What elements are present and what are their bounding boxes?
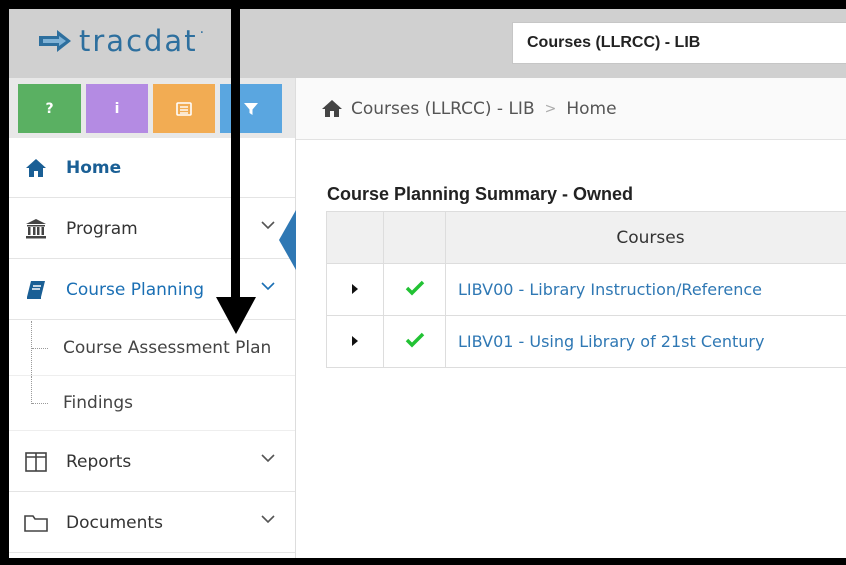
status-cell bbox=[383, 315, 446, 368]
sidebar-item-documents[interactable]: Documents bbox=[9, 493, 295, 553]
status-cell bbox=[383, 263, 446, 316]
annotation-arrow-head bbox=[216, 297, 256, 334]
chevron-down-icon[interactable] bbox=[261, 282, 275, 291]
notes-button[interactable] bbox=[153, 84, 215, 133]
course-summary-table: Courses LIBV00 - Library Instruction/Ref… bbox=[326, 211, 846, 368]
sidebar-item-label: Documents bbox=[66, 512, 163, 533]
expand-row-button[interactable] bbox=[326, 315, 384, 368]
tree-branch bbox=[32, 348, 48, 349]
sidebar-item-label: Reports bbox=[66, 451, 132, 472]
course-link[interactable]: LIBV00 - Library Instruction/Reference bbox=[445, 263, 846, 316]
checkmark-icon bbox=[405, 280, 424, 295]
help-label: ? bbox=[45, 100, 54, 117]
info-button[interactable]: i bbox=[86, 84, 148, 133]
section-title: Course Planning Summary - Owned bbox=[327, 184, 634, 204]
main-content: Courses (LLRCC) - LIB > Home Course Plan… bbox=[296, 78, 846, 558]
folder-icon bbox=[24, 513, 48, 533]
screenshot-frame: tracdat · Courses (LLRCC) - LIB ? i Home… bbox=[0, 0, 846, 565]
institution-icon bbox=[24, 218, 48, 239]
book-icon bbox=[24, 280, 48, 300]
filter-icon bbox=[244, 102, 258, 115]
annotation-arrow-shaft bbox=[231, 9, 240, 299]
tree-branch bbox=[32, 403, 48, 404]
sidebar-item-home[interactable]: Home bbox=[9, 138, 295, 198]
breadcrumb-separator: > bbox=[544, 100, 557, 117]
table-header-courses[interactable]: Courses bbox=[445, 211, 846, 264]
table-header-row: Courses bbox=[326, 211, 846, 264]
chevron-down-icon[interactable] bbox=[261, 515, 275, 524]
sidebar-item-program[interactable]: Program bbox=[9, 199, 295, 259]
chevron-down-icon[interactable] bbox=[261, 454, 275, 463]
columns-icon bbox=[24, 451, 48, 472]
caret-right-icon bbox=[352, 336, 358, 346]
logo-text: tracdat bbox=[79, 24, 198, 58]
sidebar-collapse-tab[interactable] bbox=[279, 210, 296, 270]
notes-icon bbox=[176, 101, 192, 116]
logo-trademark: · bbox=[199, 25, 205, 41]
sidebar-item-reports[interactable]: Reports bbox=[9, 432, 295, 492]
home-icon bbox=[24, 158, 48, 178]
top-bar: tracdat · Courses (LLRCC) - LIB bbox=[9, 9, 846, 78]
course-link[interactable]: LIBV01 - Using Library of 21st Century bbox=[445, 315, 846, 368]
logo-arrow-icon bbox=[39, 30, 71, 52]
caret-right-icon bbox=[352, 284, 358, 294]
chevron-down-icon[interactable] bbox=[261, 221, 275, 230]
table-row: LIBV00 - Library Instruction/Reference bbox=[326, 263, 846, 316]
tracdat-logo[interactable]: tracdat · bbox=[39, 24, 205, 58]
table-header-status bbox=[383, 211, 446, 264]
help-button[interactable]: ? bbox=[18, 84, 81, 133]
sidebar-subitem-findings[interactable]: Findings bbox=[9, 376, 295, 431]
sidebar-item-label: Course Assessment Plan bbox=[63, 338, 272, 358]
breadcrumb-item-home[interactable]: Home bbox=[566, 99, 616, 119]
checkmark-icon bbox=[405, 332, 424, 347]
sidebar-item-label: Home bbox=[66, 157, 122, 178]
table-header-expand bbox=[326, 211, 384, 264]
quick-button-row: ? i bbox=[9, 78, 295, 138]
tree-line bbox=[31, 376, 33, 404]
breadcrumb: Courses (LLRCC) - LIB > Home bbox=[296, 78, 846, 140]
sidebar-item-label: Program bbox=[66, 218, 138, 239]
table-row: LIBV01 - Using Library of 21st Century bbox=[326, 315, 846, 368]
course-selector[interactable]: Courses (LLRCC) - LIB bbox=[512, 22, 846, 64]
breadcrumb-item-course[interactable]: Courses (LLRCC) - LIB bbox=[351, 99, 535, 119]
sidebar-item-label: Findings bbox=[63, 393, 133, 413]
expand-row-button[interactable] bbox=[326, 263, 384, 316]
info-label: i bbox=[114, 100, 120, 117]
breadcrumb-home-icon[interactable] bbox=[321, 99, 343, 118]
filter-button[interactable] bbox=[220, 84, 282, 133]
sidebar-item-label: Course Planning bbox=[66, 279, 204, 300]
